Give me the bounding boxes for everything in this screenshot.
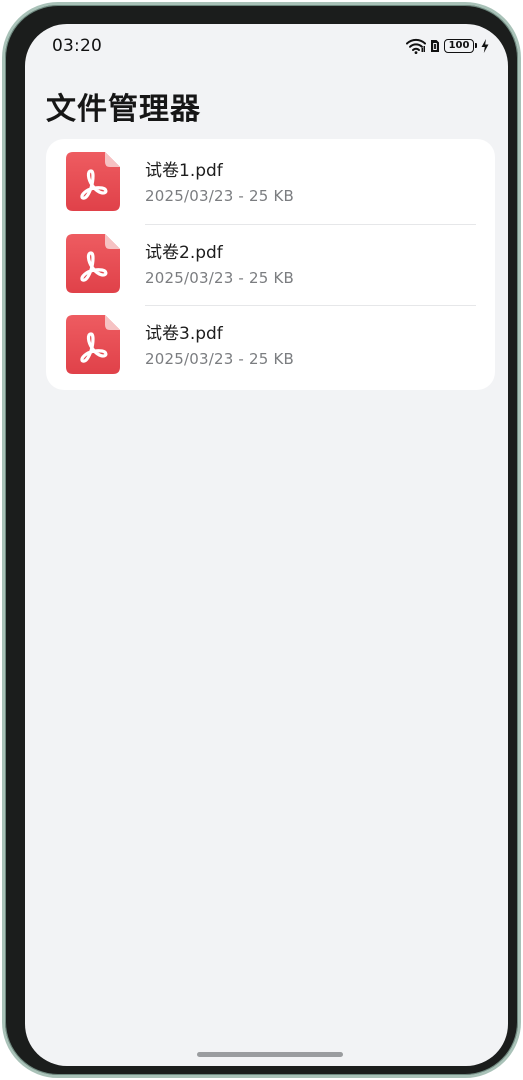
status-bar: 03:20 100 (25, 24, 508, 68)
wifi-icon (406, 38, 426, 54)
pdf-file-icon (65, 314, 121, 375)
file-meta: 2025/03/23 - 25 KB (145, 187, 294, 205)
status-icons: 100 (406, 37, 489, 55)
battery-level: 100 (448, 40, 470, 51)
screen: 03:20 100 文件管理器 试卷1.pdf 2025/03/23 - 25 … (25, 24, 508, 1066)
file-meta: 2025/03/23 - 25 KB (145, 269, 294, 287)
pdf-file-icon (65, 233, 121, 294)
file-list: 试卷1.pdf 2025/03/23 - 25 KB 试卷2.pdf 2025/… (46, 139, 495, 390)
file-meta: 2025/03/23 - 25 KB (145, 350, 294, 368)
file-item[interactable]: 试卷3.pdf 2025/03/23 - 25 KB (46, 305, 495, 386)
sim-icon (430, 39, 440, 53)
pdf-file-icon (65, 151, 121, 212)
home-indicator[interactable] (197, 1052, 343, 1057)
battery-icon: 100 (444, 39, 477, 53)
file-name: 试卷1.pdf (145, 161, 223, 181)
status-time: 03:20 (52, 36, 102, 56)
page-title: 文件管理器 (46, 92, 201, 127)
file-item[interactable]: 试卷1.pdf 2025/03/23 - 25 KB (46, 142, 495, 224)
file-name: 试卷3.pdf (145, 324, 223, 344)
file-item[interactable]: 试卷2.pdf 2025/03/23 - 25 KB (46, 224, 495, 305)
charging-icon (481, 39, 489, 53)
file-name: 试卷2.pdf (145, 243, 223, 263)
phone-frame: 03:20 100 文件管理器 试卷1.pdf 2025/03/23 - 25 … (2, 2, 521, 1078)
